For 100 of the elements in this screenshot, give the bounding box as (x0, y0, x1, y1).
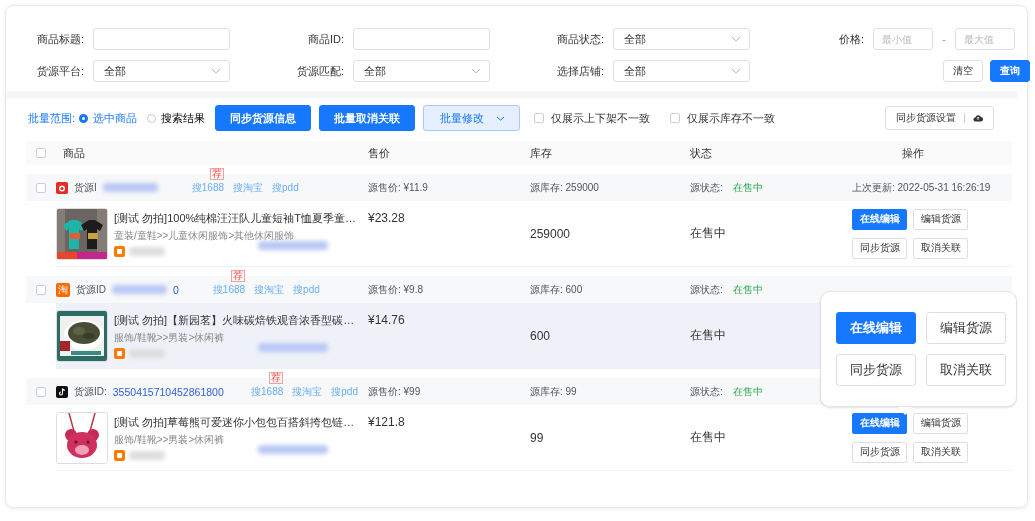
column-header: 商品 (62, 145, 86, 161)
min-price-field[interactable]: 最小值 (873, 28, 933, 50)
text-field[interactable] (353, 28, 490, 50)
product-category: 童装/童鞋>>儿童休闲服饰>其他休闲服饰 (114, 228, 296, 243)
filter-checkbox[interactable]: 仅展示上下架不一致 (534, 110, 651, 126)
select-field[interactable]: 全部 (613, 60, 750, 82)
filter-button[interactable]: 清空 (943, 60, 983, 82)
sync-settings-button[interactable]: 同步货源设置 (885, 106, 994, 130)
column-header: 售价 (368, 145, 391, 161)
filter-label: 商品标题: (35, 31, 84, 47)
redacted-bar (129, 246, 165, 256)
shop-icon (114, 449, 125, 461)
range-separator: - (942, 33, 946, 45)
select-field[interactable]: 全部 (93, 60, 230, 82)
popover-action-button[interactable]: 编辑货源 (926, 312, 1006, 344)
column-header: 库存 (530, 145, 553, 161)
shop-icon (114, 245, 125, 257)
source-stock: 源库存: 99 (530, 384, 578, 399)
source-status-label: 源状态: (690, 180, 723, 195)
source-status: 在售中 (732, 180, 763, 195)
action-button[interactable]: 取消关联 (913, 441, 968, 463)
checkbox[interactable] (36, 148, 46, 158)
action-button[interactable]: 同步货源 (852, 237, 907, 259)
filter-label: 商品状态: (555, 31, 604, 47)
source-price: 源售价: ¥9.8 (368, 282, 425, 297)
product-stock: 259000 (530, 226, 572, 241)
popover-action-button[interactable]: 同步货源 (836, 354, 916, 386)
source-status: 在售中 (732, 384, 763, 399)
source-status: 在售中 (732, 282, 763, 297)
source-id-label: 货源ID (76, 282, 106, 297)
cloud-upload-icon (973, 114, 983, 122)
scope-radio[interactable]: 搜索结果 (147, 110, 206, 126)
platform-icon (56, 385, 68, 398)
filter-label: 选择店铺: (555, 63, 604, 79)
column-header: 操作 (901, 145, 925, 161)
product-category: 服饰/鞋靴>>男装>休闲裤 (114, 330, 226, 345)
update-time: 上次更新: 2022-05-31 16:26:19 (852, 180, 992, 195)
filter-label: 商品ID: (306, 31, 344, 47)
platform-icon (56, 181, 68, 194)
checkbox[interactable] (36, 386, 46, 397)
product-price: ¥14.76 (368, 313, 405, 327)
batch-button[interactable]: 同步货源信息 (215, 105, 312, 131)
product-status: 在售中 (690, 327, 727, 344)
caret-icon (731, 68, 741, 74)
filter-label: 货源平台: (35, 63, 84, 79)
source-id: 3550415710452861800 (112, 385, 224, 398)
product-title: [测试 勿拍]100%纯棉汪汪队儿童短袖T恤夏季童… (114, 210, 357, 226)
action-button[interactable]: 在线编辑 (852, 412, 907, 434)
scope-radio[interactable]: 选中商品 (79, 110, 138, 126)
filter-label: 价格: (837, 31, 864, 47)
caret-icon (471, 68, 481, 74)
source-price: 源售价: ¥99 (368, 384, 422, 399)
product-category: 服饰/鞋靴>>男装>休闲裤 (114, 432, 226, 447)
platform-icon: 淘 (56, 282, 70, 297)
product-stock: 99 (530, 430, 545, 445)
select-field[interactable]: 全部 (613, 28, 750, 50)
action-button[interactable]: 编辑货源 (913, 412, 968, 434)
column-header: 状态 (690, 145, 713, 161)
action-button[interactable]: 取消关联 (913, 237, 968, 259)
source-status-label: 源状态: (690, 384, 723, 399)
source-price: 源售价: ¥11.9 (368, 180, 429, 195)
caret-icon (496, 115, 506, 121)
recommend-badge: 荐 (209, 167, 224, 180)
filter-button[interactable]: 查询 (990, 60, 1030, 82)
redacted-bar (258, 445, 328, 454)
product-status: 在售中 (690, 429, 727, 446)
select-field[interactable]: 全部 (353, 60, 490, 82)
source-status-label: 源状态: (690, 282, 723, 297)
source-id-label: 货源ID: (74, 384, 107, 399)
recommend-badge: 荐 (269, 371, 284, 384)
popover-action-button[interactable]: 取消关联 (926, 354, 1006, 386)
redacted-bar (129, 348, 165, 358)
product-status: 在售中 (690, 225, 727, 242)
action-button[interactable]: 在线编辑 (852, 208, 907, 230)
action-button[interactable]: 同步货源 (852, 441, 907, 463)
product-price: ¥23.28 (368, 211, 405, 225)
popover-action-button[interactable]: 在线编辑 (836, 312, 916, 344)
product-title: [测试 勿拍]【新园茗】火味碳焙铁观音浓香型碳… (114, 312, 355, 328)
shop-icon (114, 347, 125, 359)
product-stock: 600 (530, 328, 552, 343)
filter-checkbox[interactable]: 仅展示库存不一致 (670, 110, 776, 126)
action-button[interactable]: 编辑货源 (913, 208, 968, 230)
caret-icon (211, 68, 221, 74)
max-price-field[interactable]: 最大值 (954, 28, 1015, 50)
caret-icon (731, 36, 741, 42)
batch-dropdown[interactable]: 批量修改 (423, 105, 521, 131)
redacted-bar (258, 241, 328, 250)
checkbox[interactable] (36, 182, 46, 193)
source-id-label: 货源I (74, 180, 97, 195)
source-id: 0 (173, 283, 179, 296)
product-title: [测试 勿拍]草莓熊可爱迷你小包包百搭斜挎包链… (114, 414, 355, 430)
batch-button[interactable]: 批量取消关联 (319, 105, 416, 131)
source-stock: 源库存: 259000 (530, 180, 600, 195)
checkbox[interactable] (36, 284, 46, 295)
redacted-bar (129, 450, 165, 460)
text-field[interactable] (93, 28, 230, 50)
product-price: ¥121.8 (368, 415, 405, 429)
scope-label: 批量范围: (28, 110, 76, 126)
filter-label: 货源匹配: (295, 63, 344, 79)
source-stock: 源库存: 600 (530, 282, 584, 297)
